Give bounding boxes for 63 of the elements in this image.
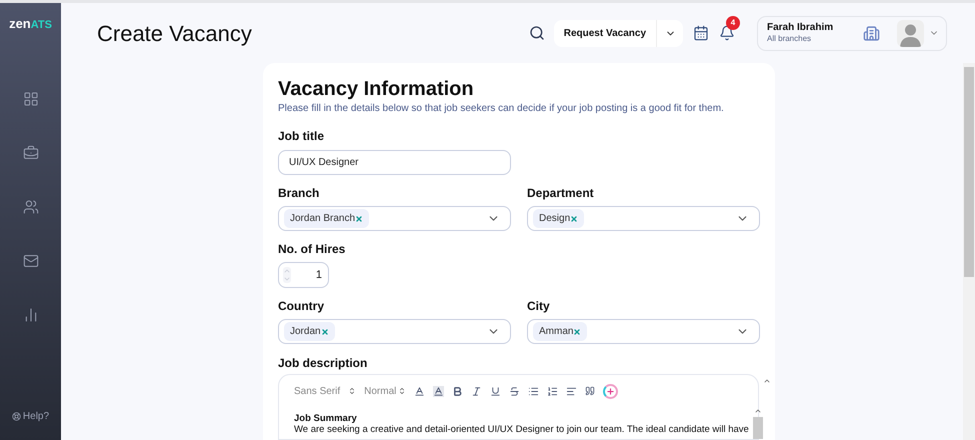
updown-icon	[348, 387, 356, 395]
size-select[interactable]: Normal	[364, 384, 406, 398]
help-icon	[12, 412, 21, 421]
highlight-icon[interactable]	[433, 386, 444, 396]
select-field[interactable]: Design	[527, 206, 760, 231]
dashboard-icon[interactable]	[22, 91, 38, 107]
remove-icon[interactable]	[320, 328, 329, 336]
job-title-field[interactable]: UI/UX Designer	[278, 150, 511, 175]
underline-icon[interactable]	[490, 386, 502, 396]
align-icon[interactable]	[566, 386, 578, 396]
scroll-up-icon[interactable]	[754, 407, 762, 415]
remove-icon[interactable]	[573, 328, 582, 336]
bold-icon[interactable]	[452, 386, 464, 396]
field-label: Job description	[278, 356, 368, 370]
field-label: Department	[527, 186, 595, 200]
page-scrollbar[interactable]	[963, 63, 975, 440]
italic-icon[interactable]	[471, 386, 482, 396]
notification-badge: 4	[726, 16, 740, 30]
form-subtitle: Please fill in the details below so that job seekers can decide if your job posting is a good fit for them.	[278, 102, 725, 116]
font-select[interactable]: Sans Serif	[294, 384, 356, 398]
search-icon[interactable]	[528, 25, 545, 41]
user-card[interactable]: Farah Ibrahim All branches	[757, 16, 947, 50]
selected-tag[interactable]: Amman	[533, 322, 588, 341]
remove-icon[interactable]	[355, 214, 364, 222]
selected-tag[interactable]: Design	[533, 209, 584, 228]
users-icon[interactable]	[22, 199, 38, 215]
select-field[interactable]: Jordan	[278, 319, 511, 344]
remove-icon[interactable]	[570, 214, 578, 222]
bullet-list-icon[interactable]	[528, 386, 540, 396]
select-field[interactable]: Jordan Branch	[278, 206, 511, 231]
user-name: Farah Ibrahim	[767, 22, 834, 34]
numbered-list-icon[interactable]	[547, 386, 558, 396]
hires-value: 1	[316, 268, 323, 283]
bell-icon[interactable]	[719, 25, 735, 41]
briefcase-icon[interactable]	[22, 145, 38, 161]
text-color-icon[interactable]	[414, 386, 426, 396]
logo: zenATS	[9, 17, 52, 31]
avatar-icon	[897, 20, 924, 46]
scroll-up-icon[interactable]	[762, 377, 771, 385]
select-field[interactable]: Amman	[527, 319, 760, 344]
summary-text: We are seeking a creative and detail-oriented UI/UX Designer to join our team. The ideal candidate will have	[294, 424, 749, 435]
selected-tag[interactable]: Jordan Branch	[284, 209, 370, 228]
help-link[interactable]: Help?	[12, 409, 50, 424]
building-icon	[863, 24, 880, 42]
field-label: Country	[278, 299, 325, 313]
selected-tag[interactable]: Jordan	[284, 322, 335, 341]
field-label: Job title	[278, 129, 326, 143]
content-scrollbar[interactable]	[752, 407, 763, 439]
updown-icon	[398, 387, 406, 395]
field-label: Branch	[278, 186, 320, 200]
strikethrough-icon[interactable]	[509, 386, 520, 396]
field-label: City	[527, 299, 551, 313]
ai-assist-icon[interactable]	[603, 384, 618, 398]
user-scope: All branches	[767, 34, 812, 44]
form-title: Vacancy Information	[278, 77, 475, 101]
quote-icon[interactable]	[585, 386, 596, 396]
page-title: Create Vacancy	[97, 20, 253, 48]
field-label: No. of Hires	[278, 242, 346, 256]
request-vacancy-button[interactable]: Request Vacancy	[554, 20, 657, 46]
number-field[interactable]: 1	[278, 262, 329, 288]
calendar-icon[interactable]	[693, 25, 709, 41]
mail-icon[interactable]	[22, 253, 38, 269]
summary-heading: Job Summary	[294, 413, 357, 424]
